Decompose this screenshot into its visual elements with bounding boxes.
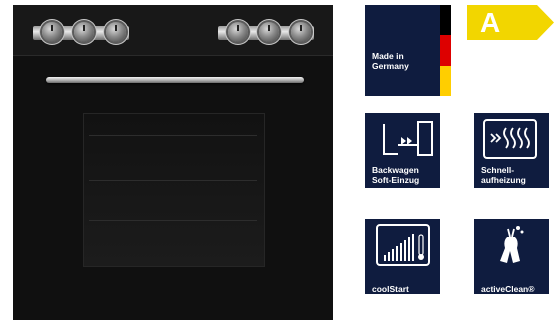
- energy-class-label: A: [480, 7, 501, 38]
- knob-3: [106, 22, 126, 42]
- coolstart-icon: [376, 224, 430, 266]
- feature-label-active-clean: activeClean®: [481, 284, 535, 294]
- rack-3: [89, 220, 257, 221]
- knob-1: [42, 22, 62, 42]
- energy-class-badge: A: [467, 5, 554, 40]
- door-window: [83, 113, 265, 267]
- feature-tile-active-clean: activeClean®: [474, 219, 549, 294]
- knob-5: [259, 22, 279, 42]
- feature-tile-soft-close: Backwagen Soft-Einzug: [365, 113, 440, 188]
- knob-4: [228, 22, 248, 42]
- oven-display: [152, 15, 210, 31]
- made-in-germany-badge: Made in Germany: [365, 5, 440, 96]
- brand-logo: [158, 280, 188, 288]
- german-flag-icon: [440, 5, 451, 96]
- control-panel: [13, 5, 333, 56]
- feature-label-soft-close: Backwagen Soft-Einzug: [372, 165, 420, 185]
- feature-tile-fast-heating: Schnell-aufheizung: [474, 113, 549, 188]
- knob-6: [291, 22, 311, 42]
- feature-label-fast-heating: Schnell-aufheizung: [481, 165, 526, 185]
- feature-tile-coolstart: coolStart: [365, 219, 440, 294]
- fast-heating-icon: [483, 119, 537, 159]
- rack-1: [89, 135, 257, 136]
- soft-close-drawer-icon: [383, 121, 433, 156]
- oven-product-image: [13, 5, 333, 320]
- knob-2: [74, 22, 94, 42]
- feature-label-coolstart: coolStart: [372, 284, 409, 294]
- made-in-germany-label: Made in Germany: [372, 51, 409, 71]
- rack-2: [89, 180, 257, 181]
- active-clean-icon: [500, 226, 524, 263]
- door-handle: [46, 77, 304, 83]
